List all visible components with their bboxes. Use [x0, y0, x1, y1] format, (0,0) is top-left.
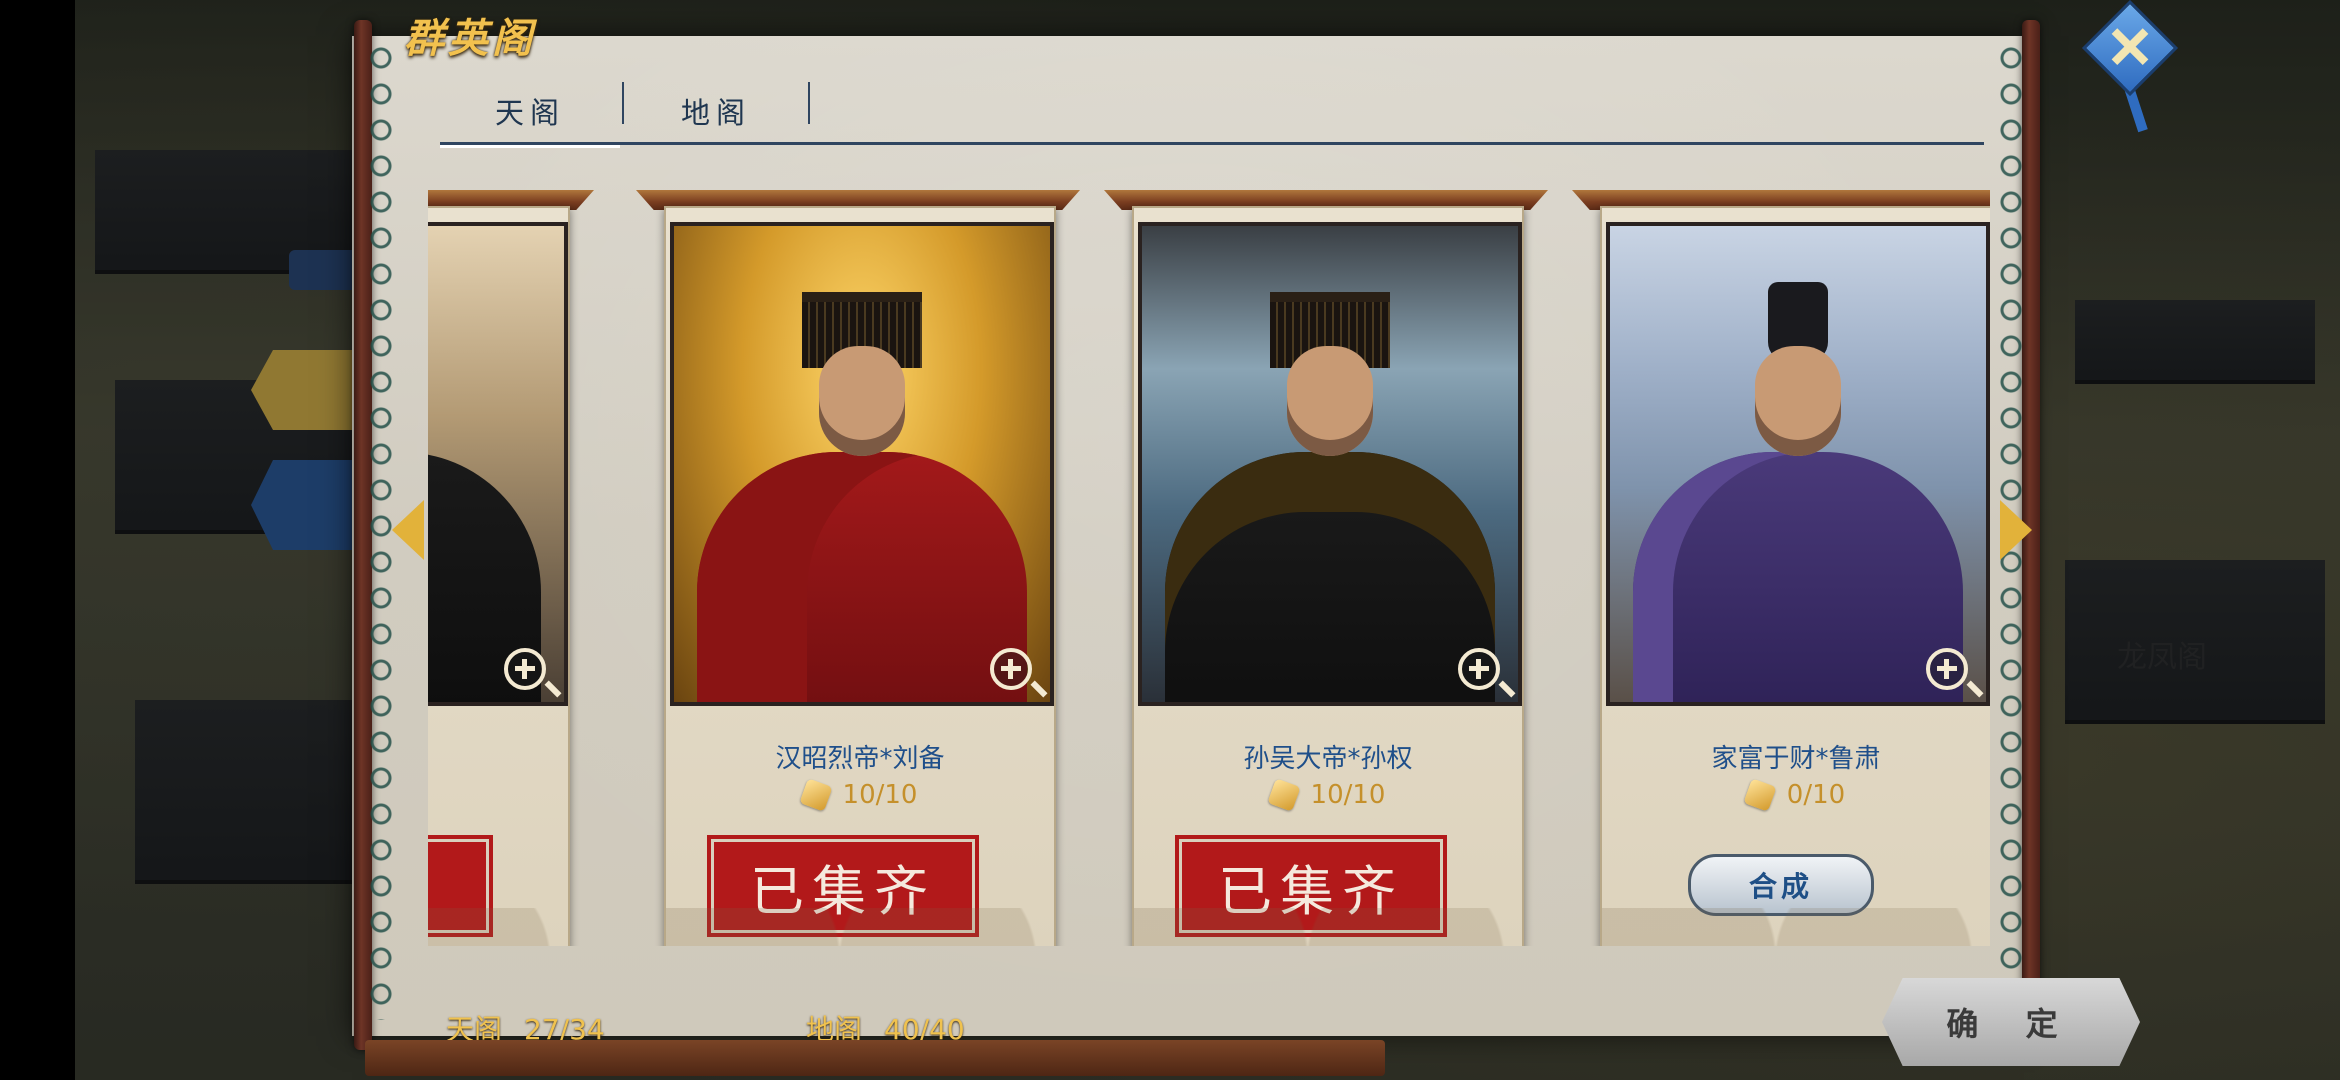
card-body: 汉昭烈帝*刘备 10/10 已集齐 — [664, 206, 1056, 946]
zoom-in-icon[interactable] — [504, 648, 546, 690]
fragment-progress: 0/10 — [1786, 780, 1846, 810]
puzzle-piece-icon — [798, 778, 833, 812]
fragment-count: 10 — [428, 780, 568, 810]
tab-divider — [622, 82, 624, 124]
hero-name: 孙吴大帝*孙权 — [1243, 744, 1413, 774]
card-body: 孙吴大帝*孙权 10/10 已集齐 — [1132, 206, 1524, 946]
card-wave-pattern — [428, 908, 568, 946]
hero-portrait[interactable] — [1606, 222, 1990, 706]
arrow-left-icon[interactable] — [392, 500, 424, 560]
tab-tian[interactable]: 天阁 — [440, 78, 620, 148]
confirm-button[interactable]: 确 定 — [1882, 978, 2140, 1066]
hero-card[interactable]: 家富于财*鲁肃 0/10 合成 — [1572, 190, 1990, 946]
zoom-in-icon[interactable] — [1458, 648, 1500, 690]
puzzle-piece-icon — [1266, 778, 1301, 812]
tab-underline — [440, 142, 1984, 145]
compose-button[interactable]: 合成 — [1688, 854, 1874, 916]
hero-portrait[interactable] — [1138, 222, 1522, 706]
puzzle-piece-icon — [1743, 778, 1777, 812]
fragment-count: 10/10 — [1134, 778, 1522, 812]
fragment-count: 10/10 — [666, 778, 1054, 812]
tab-di[interactable]: 地阁 — [626, 78, 806, 144]
zoom-in-icon[interactable] — [990, 648, 1032, 690]
card-wave-pattern — [666, 908, 1054, 946]
hero-name: 汉昭烈帝*刘备 — [775, 744, 945, 774]
card-wave-pattern — [1134, 908, 1522, 946]
arrow-right-icon[interactable] — [2000, 500, 2032, 560]
hero-name: 曹操 — [428, 738, 568, 775]
tab-bar: 天阁 地阁 — [440, 78, 1984, 148]
fragment-progress: 10/10 — [842, 780, 918, 810]
panel-title: 群英阁 — [404, 15, 536, 62]
hero-portrait[interactable] — [670, 222, 1054, 706]
fragment-count: 0/10 — [1602, 778, 1990, 812]
card-body: 家富于财*鲁肃 0/10 合成 — [1600, 206, 1990, 946]
scroll-bottom-rod — [365, 1040, 1385, 1076]
fragment-progress: 10/10 — [1310, 780, 1386, 810]
bg-map-label: 龙凤阁 — [2117, 640, 2207, 675]
zoom-in-icon[interactable] — [1926, 648, 1968, 690]
hero-card[interactable]: 汉昭烈帝*刘备 10/10 已集齐 — [636, 190, 1080, 946]
card-body: 曹操 10 齐 — [428, 206, 570, 946]
hero-card[interactable]: 孙吴大帝*孙权 10/10 已集齐 — [1104, 190, 1548, 946]
panel-lace-left — [368, 40, 394, 1020]
hero-name: 家富于财*鲁肃 — [1711, 744, 1881, 774]
card-carousel: 曹操 10 齐 汉昭烈帝*刘备 10/10 已集齐 — [428, 186, 1990, 946]
card-wave-pattern — [1602, 908, 1990, 946]
hero-card[interactable]: 曹操 10 齐 — [428, 190, 594, 946]
hero-portrait[interactable] — [428, 222, 568, 706]
tab-divider — [808, 82, 810, 124]
